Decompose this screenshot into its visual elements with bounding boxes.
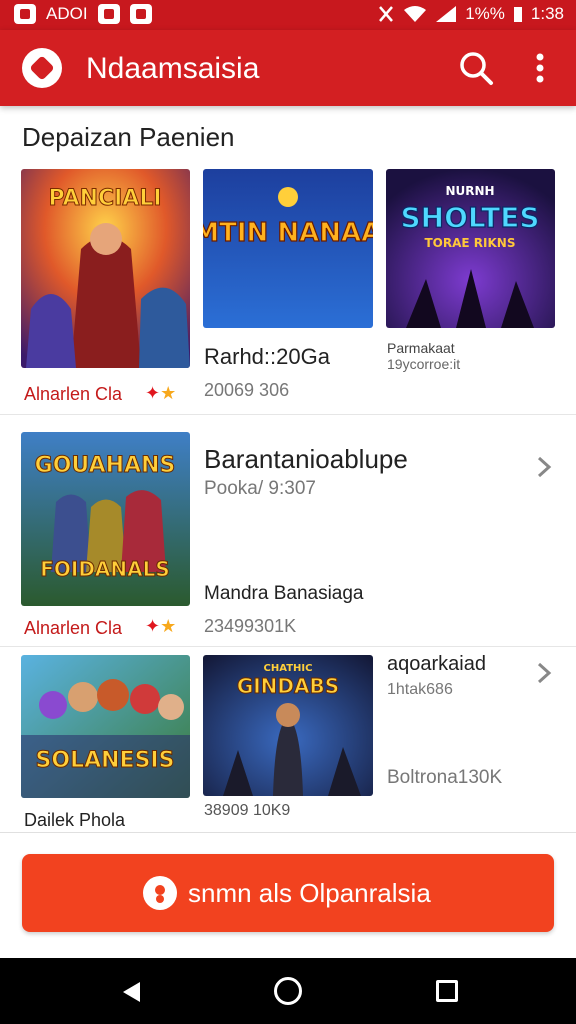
divider <box>0 414 576 415</box>
wifi-icon <box>404 6 427 22</box>
notification-icon <box>14 4 36 24</box>
search-icon[interactable] <box>456 48 496 88</box>
rating-stars: ✦★ <box>145 383 176 404</box>
art-title-1: PANCIALI <box>48 186 161 211</box>
game-card-art-6[interactable]: CHATHIC GINDABS <box>203 655 373 796</box>
game-meta: 23499301K <box>204 616 297 636</box>
game-meta: 38909 10K9 <box>204 802 291 819</box>
art-pre-3: NURNH <box>445 184 494 198</box>
developer-name: Alnarlen Cla <box>24 384 123 404</box>
art-title-6: GINDABS <box>237 674 339 698</box>
app-logo-icon[interactable] <box>22 48 62 88</box>
game-sub: 1htak686 <box>387 681 453 698</box>
nfc-icon <box>379 6 394 22</box>
rating-stars: ✦★ <box>145 616 176 637</box>
battery-icon <box>513 7 522 22</box>
game-name[interactable]: Parmakaat <box>387 340 455 356</box>
star-icon: ★ <box>160 383 177 403</box>
art-subtitle-4: FOIDANALS <box>40 557 170 581</box>
recents-square-icon[interactable] <box>436 980 458 1002</box>
media-notification-icon <box>129 4 152 24</box>
section-title: Depaizan Paenien <box>22 122 235 152</box>
back-triangle-icon[interactable] <box>120 980 142 1004</box>
star-icon: ✦ <box>145 616 161 636</box>
game-card-art-3[interactable]: NURNH SHOLTES TORAE RIKNS <box>386 169 555 328</box>
star-icon: ★ <box>160 616 177 636</box>
system-nav-bar <box>0 958 576 1024</box>
game-name[interactable]: Rarhd::20Ga <box>204 344 330 370</box>
developer-name: Alnarlen Cla <box>24 618 123 638</box>
clock: 1:38 <box>530 4 564 23</box>
install-button-label: snmn als Olpanralsia <box>188 878 431 908</box>
install-button[interactable]: snmn als Olpanralsia <box>22 854 554 932</box>
art-pre-6: CHATHIC <box>264 663 313 674</box>
art-subtitle-3: TORAE RIKNS <box>425 236 516 250</box>
game-title[interactable]: Barantanioablupe <box>204 444 408 475</box>
art-title-5: SOLANESIS <box>36 748 175 773</box>
app-title: Ndaamsaisia <box>86 52 260 85</box>
star-icon: ✦ <box>145 383 161 403</box>
status-left-text: ADOI <box>46 4 88 23</box>
game-name: Mandra Banasiaga <box>204 583 364 604</box>
chevron-right-icon[interactable] <box>534 661 554 685</box>
game-card-art-1[interactable]: PANCIALI <box>21 169 190 368</box>
app-bar: Ndaamsaisia <box>0 30 576 106</box>
game-meta: Boltrona130K <box>387 767 503 788</box>
game-card-art-4[interactable]: GOUAHANS FOIDANALS <box>21 432 190 606</box>
art-title-4: GOUAHANS <box>35 453 176 478</box>
home-circle-icon[interactable] <box>274 977 302 1005</box>
battery-percent: 1%% <box>465 4 505 23</box>
divider <box>0 646 576 647</box>
more-vert-icon[interactable] <box>524 48 556 88</box>
art-title-2: WEMTIN NANAALIN <box>203 218 373 248</box>
developer-name: Dailek Phola <box>24 810 126 830</box>
app-notification-icon <box>97 4 120 24</box>
game-sub: 19ycorroe:it <box>387 356 461 372</box>
game-subtitle: Pooka/ 9:307 <box>204 478 316 499</box>
chevron-right-icon[interactable] <box>534 455 554 479</box>
game-meta: 20069 306 <box>204 380 290 400</box>
status-bar: ADOI 1%% 1:38 <box>0 0 576 30</box>
game-card-art-2[interactable]: WEMTIN NANAALIN <box>203 169 373 328</box>
info-icon <box>143 876 177 910</box>
game-card-art-5[interactable]: SOLANESIS <box>21 655 190 798</box>
art-title-3: SHOLTES <box>400 201 539 234</box>
signal-icon <box>436 6 457 22</box>
game-title[interactable]: aqoarkaiad <box>387 653 486 676</box>
